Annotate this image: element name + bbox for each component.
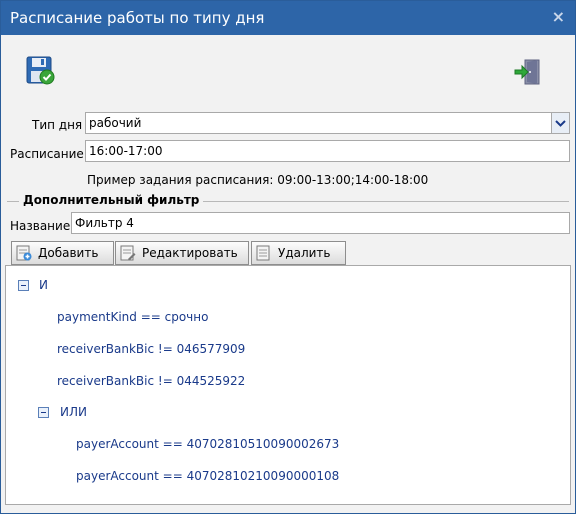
section-divider-right xyxy=(203,201,569,202)
exit-icon[interactable] xyxy=(513,57,543,87)
day-type-label: Тип дня xyxy=(32,118,83,132)
chevron-down-icon[interactable] xyxy=(551,113,569,133)
title-bar[interactable]: Расписание работы по типу дня × xyxy=(1,1,575,35)
delete-icon xyxy=(256,245,270,261)
day-type-value: рабочий xyxy=(89,116,142,130)
edit-button[interactable]: Редактировать xyxy=(115,241,249,265)
delete-button-label: Удалить xyxy=(278,246,331,260)
schedule-example: Пример задания расписания: 09:00-13:00;1… xyxy=(87,173,429,187)
section-divider-left xyxy=(7,201,19,202)
add-button-label: Добавить xyxy=(38,246,99,260)
day-type-select[interactable]: рабочий xyxy=(85,112,570,134)
schedule-label: Расписание xyxy=(10,147,84,161)
filter-section-title: Дополнительный фильтр xyxy=(21,193,202,207)
window-title: Расписание работы по типу дня xyxy=(10,9,265,27)
filter-name-label: Название xyxy=(10,219,71,233)
edit-button-label: Редактировать xyxy=(142,246,238,260)
tree-node-or[interactable]: ИЛИ xyxy=(60,405,87,419)
tree-node-condition[interactable]: paymentKind == срочно xyxy=(57,310,208,324)
schedule-dialog: Расписание работы по типу дня × Тип дня … xyxy=(0,0,576,514)
tree-node-condition[interactable]: receiverBankBic != 044525922 xyxy=(57,374,245,388)
collapse-icon[interactable] xyxy=(18,280,29,291)
filter-name-input[interactable]: Фильтр 4 xyxy=(71,212,570,234)
collapse-icon[interactable] xyxy=(38,407,49,418)
tree-node-and[interactable]: И xyxy=(39,278,48,292)
filter-tree[interactable]: И paymentKind == срочно receiverBankBic … xyxy=(5,265,571,505)
close-icon[interactable]: × xyxy=(552,7,565,26)
tree-node-condition[interactable]: payerAccount == 40702810510090002673 xyxy=(76,437,339,451)
tree-node-condition[interactable]: payerAccount == 40702810210090000108 xyxy=(76,469,339,483)
edit-icon xyxy=(120,245,136,261)
tree-node-condition[interactable]: receiverBankBic != 046577909 xyxy=(57,342,245,356)
save-icon[interactable] xyxy=(25,55,55,85)
schedule-input[interactable]: 16:00-17:00 xyxy=(85,140,570,162)
add-icon xyxy=(16,245,32,261)
add-button[interactable]: Добавить xyxy=(11,241,114,265)
delete-button[interactable]: Удалить xyxy=(251,241,346,265)
